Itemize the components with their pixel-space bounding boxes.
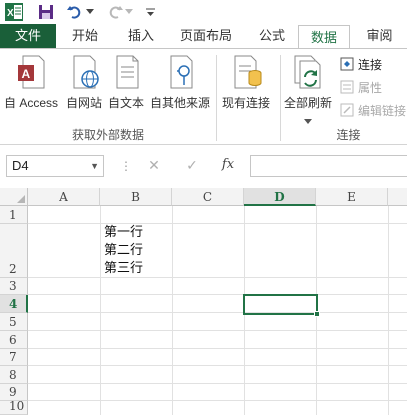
column-header-c[interactable]: C: [172, 188, 244, 206]
row-header-3[interactable]: 3: [0, 278, 28, 295]
cell-b2-line-3: 第三行: [104, 261, 144, 276]
refresh-dropdown-icon[interactable]: [304, 113, 312, 127]
properties-label: 属性: [358, 80, 383, 95]
group-separator: [216, 55, 217, 141]
row-header-4[interactable]: 4: [0, 295, 28, 313]
row-header-5[interactable]: 5: [0, 313, 28, 331]
row-header-10[interactable]: 10: [0, 399, 28, 415]
undo-dropdown-icon[interactable]: [85, 2, 95, 22]
grid-line: [28, 348, 407, 349]
name-box-dropdown-icon[interactable]: ▼: [90, 156, 99, 176]
refresh-all-button[interactable]: 全部刷新: [284, 53, 333, 124]
column-header-e[interactable]: E: [316, 188, 388, 206]
tab-review[interactable]: 审阅: [352, 24, 407, 48]
grid-line: [28, 383, 407, 384]
grid-line: [28, 365, 407, 366]
cancel-icon[interactable]: ✕: [144, 157, 164, 175]
tab-formulas[interactable]: 公式: [246, 24, 298, 48]
grid-line: [28, 277, 407, 278]
quick-access-toolbar: X: [0, 0, 407, 24]
connections-icon: [340, 57, 354, 71]
column-header-f[interactable]: [388, 188, 407, 206]
properties-icon: [340, 80, 354, 94]
connections-button[interactable]: 连接: [340, 55, 382, 73]
edit-links-button[interactable]: 编辑链接: [340, 101, 406, 119]
row-header-1[interactable]: 1: [0, 206, 28, 224]
tab-home[interactable]: 开始: [60, 24, 110, 48]
group-separator: [280, 55, 281, 141]
column-header-d[interactable]: D: [244, 188, 316, 206]
other-sources-icon: [163, 53, 197, 91]
redo-dropdown-icon[interactable]: [124, 2, 134, 22]
ribbon-data: A 自 Access 自网站 自文本 自其他来源 获取外部数据 现有连接 全部刷…: [0, 48, 407, 145]
row-header-7[interactable]: 7: [0, 349, 28, 366]
existing-connections-button[interactable]: 现有连接: [222, 53, 270, 115]
worksheet-grid[interactable]: A B C D E 1 2 3 4 5 6 7 8 9 10 第一行 第二行 第…: [0, 188, 407, 415]
name-box-value: D4: [12, 158, 29, 173]
row-header-6[interactable]: 6: [0, 331, 28, 349]
refresh-all-label: 全部刷新: [284, 96, 333, 110]
row-header-2[interactable]: 2: [0, 224, 28, 278]
edit-links-label: 编辑链接: [358, 103, 407, 118]
redo-icon[interactable]: [106, 2, 124, 22]
name-box[interactable]: D4 ▼: [6, 155, 104, 177]
edit-links-icon: [340, 103, 354, 117]
fill-handle[interactable]: [314, 311, 320, 317]
tab-page-layout[interactable]: 页面布局: [170, 24, 242, 48]
grid-line: [28, 330, 407, 331]
customize-qat-icon[interactable]: [145, 2, 155, 22]
save-icon[interactable]: [36, 2, 56, 22]
existing-connections-icon: [229, 53, 263, 91]
web-icon: [67, 53, 101, 91]
svg-text:A: A: [22, 67, 31, 81]
tab-file[interactable]: 文件: [0, 24, 56, 48]
from-other-sources-label: 自其他来源: [150, 96, 211, 110]
from-web-button[interactable]: 自网站: [66, 53, 102, 115]
from-access-button[interactable]: A 自 Access: [4, 53, 58, 115]
formula-bar: D4 ▼ ⋮ ✕ ✓ fx: [0, 145, 407, 188]
grid-line: [28, 312, 407, 313]
grid-line: [28, 400, 407, 401]
grid-line: [28, 294, 407, 295]
existing-connections-label: 现有连接: [222, 96, 271, 110]
select-all-triangle: [17, 195, 25, 203]
column-header-a[interactable]: A: [28, 188, 100, 206]
excel-app-icon: X: [4, 2, 24, 22]
from-web-label: 自网站: [66, 96, 103, 110]
cell-b2-line-2: 第二行: [104, 243, 144, 258]
svg-text:X: X: [7, 8, 14, 19]
group-label-get-external: 获取外部数据: [71, 128, 144, 142]
from-other-sources-button[interactable]: 自其他来源: [150, 53, 210, 115]
from-access-label: 自 Access: [4, 96, 59, 110]
formula-bar-grip-icon: ⋮: [120, 159, 132, 173]
connections-label: 连接: [358, 57, 383, 72]
undo-icon[interactable]: [66, 2, 84, 22]
row-header-8[interactable]: 8: [0, 366, 28, 384]
from-text-button[interactable]: 自文本: [108, 53, 144, 115]
access-icon: A: [14, 53, 48, 91]
refresh-all-icon: [291, 53, 325, 91]
properties-button[interactable]: 属性: [340, 78, 382, 96]
enter-icon[interactable]: ✓: [182, 157, 202, 175]
group-label-connections: 连接: [336, 128, 361, 142]
insert-function-icon[interactable]: fx: [218, 157, 238, 175]
select-all-button[interactable]: [0, 188, 28, 206]
tab-insert[interactable]: 插入: [112, 24, 170, 48]
grid-line: [28, 223, 407, 224]
tab-data[interactable]: 数据: [298, 25, 350, 49]
formula-input[interactable]: [250, 155, 407, 177]
selected-cell-d4[interactable]: [243, 294, 320, 317]
from-text-label: 自文本: [108, 96, 145, 110]
ribbon-tabs: 文件 开始 插入 页面布局 公式 数据 审阅: [0, 24, 407, 49]
cell-b2-line-1: 第一行: [104, 225, 144, 240]
text-file-icon: [109, 53, 143, 91]
column-header-b[interactable]: B: [100, 188, 172, 206]
